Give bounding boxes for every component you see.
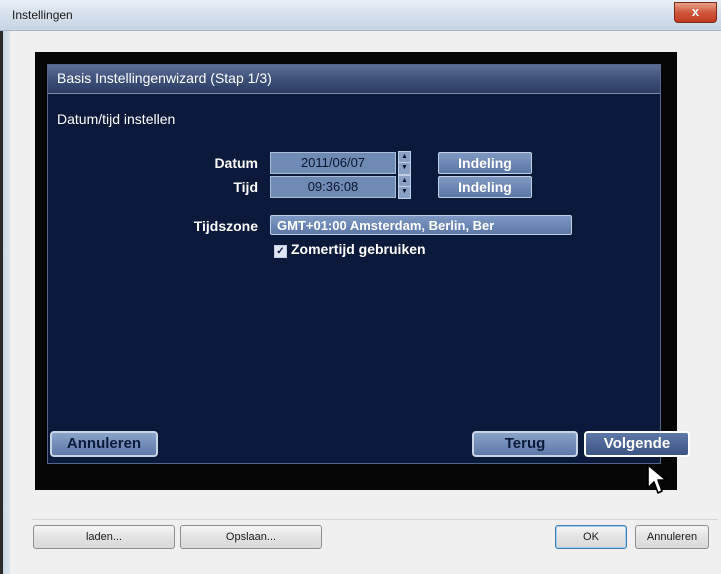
close-button[interactable]: x <box>674 2 717 23</box>
date-field[interactable]: 2011/06/07 <box>270 152 396 174</box>
title-bar[interactable]: Instellingen x <box>0 0 721 31</box>
spin-up-icon[interactable]: ▲ <box>399 152 410 163</box>
date-format-button[interactable]: Indeling <box>438 152 532 174</box>
spin-down-icon[interactable]: ▼ <box>399 187 410 197</box>
window-title: Instellingen <box>12 8 73 22</box>
time-field[interactable]: 09:36:08 <box>270 176 396 198</box>
wizard-title: Basis Instellingenwizard (Stap 1/3) <box>57 70 272 86</box>
dvr-screen: Basis Instellingenwizard (Stap 1/3) Datu… <box>35 52 690 490</box>
checkbox-checked-icon[interactable]: ✓ <box>274 245 287 258</box>
wizard-back-button[interactable]: Terug <box>472 431 578 457</box>
settings-window: Instellingen x Basis Instellingenwizard … <box>0 0 721 574</box>
wizard-next-button[interactable]: Volgende <box>584 431 690 457</box>
time-spinner[interactable]: ▲ ▼ <box>398 175 411 199</box>
wizard-panel: Basis Instellingenwizard (Stap 1/3) Datu… <box>47 64 690 464</box>
save-button[interactable]: Opslaan... <box>180 525 322 549</box>
date-spinner[interactable]: ▲ ▼ <box>398 151 411 175</box>
mouse-pointer-icon <box>647 464 667 494</box>
close-icon: x <box>691 4 700 19</box>
cancel-button[interactable]: Annuleren <box>635 525 709 549</box>
load-button[interactable]: laden... <box>33 525 175 549</box>
timezone-label: Tijdszone <box>193 218 258 234</box>
spin-up-icon[interactable]: ▲ <box>399 176 410 187</box>
window-left-edge <box>0 0 10 574</box>
section-title: Datum/tijd instellen <box>57 111 176 127</box>
date-label: Datum <box>214 155 258 171</box>
ok-button[interactable]: OK <box>555 525 627 549</box>
wizard-header: Basis Instellingenwizard (Stap 1/3) <box>48 65 660 94</box>
dst-label[interactable]: Zomertijd gebruiken <box>291 241 426 257</box>
wizard-cancel-button[interactable]: Annuleren <box>50 431 158 457</box>
footer-separator <box>32 519 718 520</box>
time-label: Tijd <box>233 179 258 195</box>
spin-down-icon[interactable]: ▼ <box>399 163 410 173</box>
window-client-area: Basis Instellingenwizard (Stap 1/3) Datu… <box>10 31 719 574</box>
time-format-button[interactable]: Indeling <box>438 176 532 198</box>
timezone-dropdown[interactable]: GMT+01:00 Amsterdam, Berlin, Ber <box>270 215 572 235</box>
